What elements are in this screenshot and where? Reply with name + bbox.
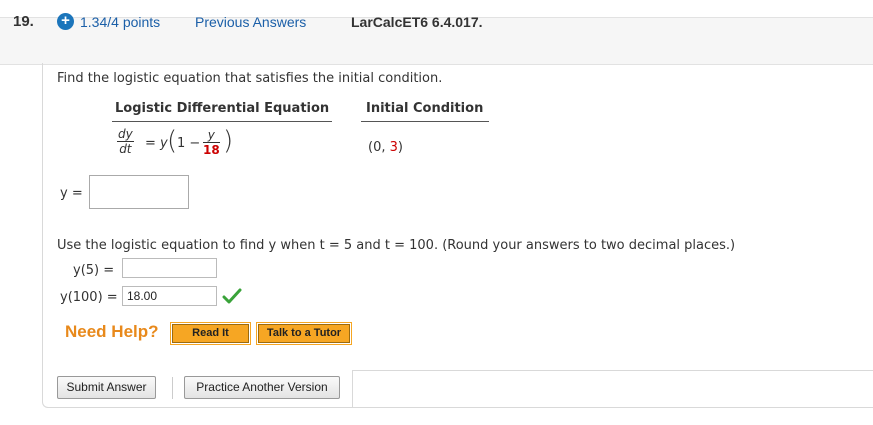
- points-link[interactable]: 1.34/4 points: [80, 14, 160, 30]
- correct-check-icon: [222, 288, 242, 304]
- talk-to-tutor-button[interactable]: Talk to a Tutor: [256, 322, 352, 345]
- logistic-equation: dy dt = y ( 1 − y 18 ): [115, 126, 275, 168]
- submit-answer-button[interactable]: Submit Answer: [57, 376, 156, 399]
- plus-icon[interactable]: +: [57, 13, 74, 30]
- button-divider: [172, 377, 173, 399]
- read-it-button[interactable]: Read It: [170, 322, 251, 345]
- equals-sign: =: [145, 136, 156, 151]
- condition-header-rule: [361, 121, 489, 122]
- panel-corner-rule-vertical: [352, 370, 353, 407]
- question-number: 19.: [13, 13, 34, 30]
- initial-condition: (0, 3): [368, 140, 403, 155]
- left-paren: (: [167, 126, 178, 156]
- y5-label: y(5) =: [73, 263, 115, 278]
- carrying-capacity-fraction: y 18: [203, 129, 220, 157]
- y100-label: y(100) =: [60, 290, 118, 305]
- practice-another-version-button[interactable]: Practice Another Version: [184, 376, 340, 399]
- one-minus: 1 −: [177, 136, 201, 151]
- derivative-fraction: dy dt: [117, 128, 134, 156]
- carrying-capacity-value: 18: [203, 143, 220, 157]
- condition-close: ): [397, 140, 403, 155]
- equation-header-rule: [112, 121, 332, 122]
- need-help-label: Need Help?: [65, 322, 159, 341]
- y-answer-label: y =: [60, 186, 83, 201]
- derivative-denominator: dt: [119, 142, 132, 156]
- panel-corner-rule: [352, 370, 873, 371]
- derivative-numerator: dy: [117, 127, 134, 142]
- equation-column-header: Logistic Differential Equation: [115, 101, 330, 116]
- y100-input[interactable]: 18.00: [122, 286, 217, 306]
- question-reference: LarCalcET6 6.4.017.: [351, 14, 483, 30]
- y-answer-input[interactable]: [89, 175, 189, 209]
- y5-input[interactable]: [122, 258, 217, 278]
- fraction-numerator: y: [203, 129, 220, 143]
- condition-column-header: Initial Condition: [366, 101, 484, 116]
- previous-answers-link[interactable]: Previous Answers: [195, 14, 306, 30]
- condition-value: 3: [389, 140, 398, 155]
- question-prompt: Find the logistic equation that satisfie…: [57, 71, 443, 86]
- part-two-prompt: Use the logistic equation to find y when…: [57, 238, 736, 253]
- condition-open: (0,: [368, 140, 390, 155]
- right-paren: ): [223, 126, 234, 156]
